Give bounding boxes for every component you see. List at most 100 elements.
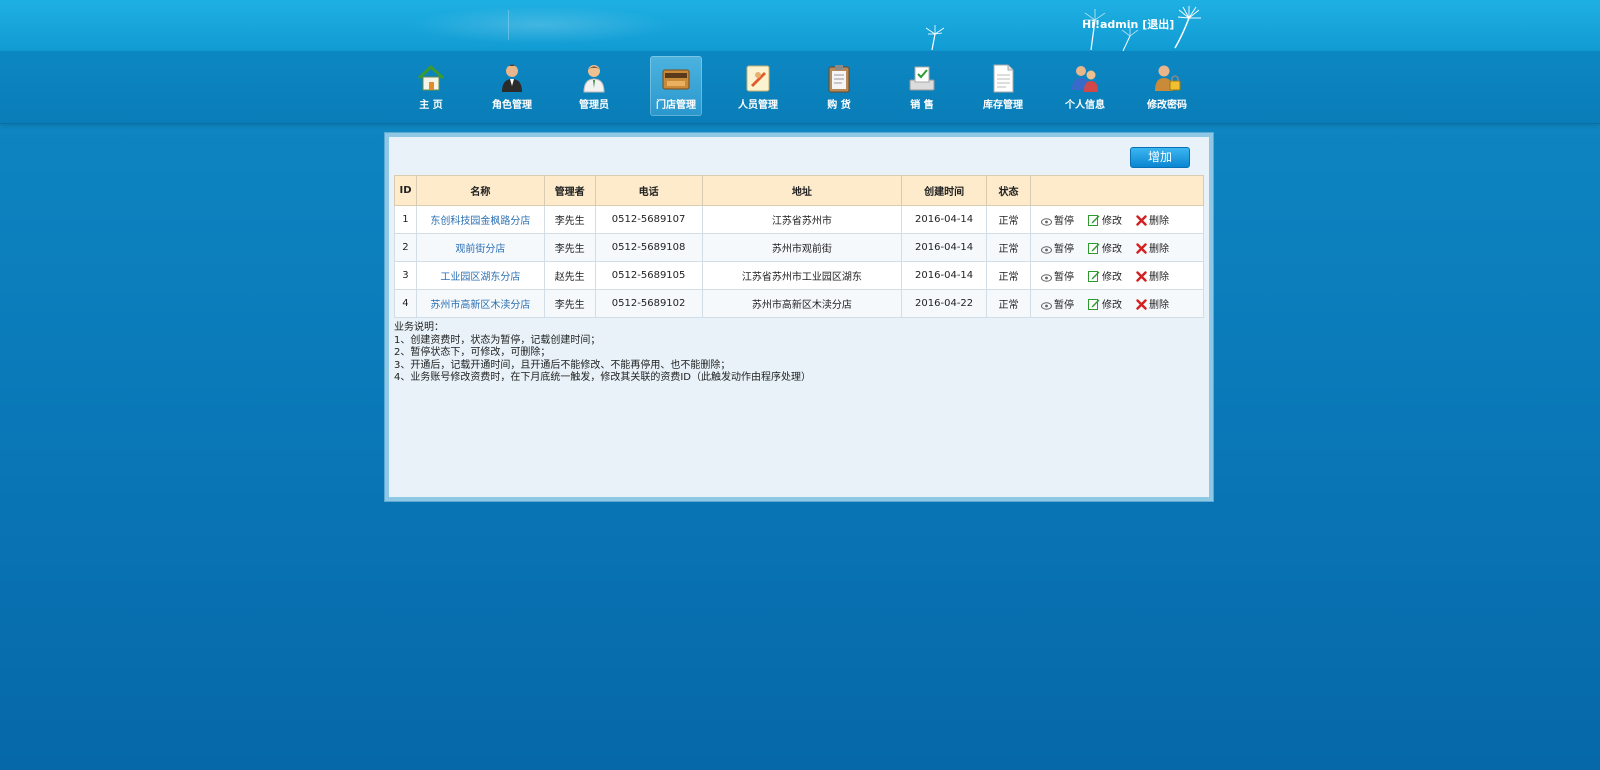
- cell-manager: 李先生: [543, 289, 596, 318]
- delete-action[interactable]: 删除: [1136, 268, 1169, 283]
- store-name-link[interactable]: 苏州市高新区木渎分店: [430, 300, 530, 311]
- cell-name: 工业园区湖东分店: [415, 261, 545, 290]
- nav-item-admin[interactable]: 管理员: [568, 56, 620, 116]
- header-divider: [508, 10, 509, 40]
- notes-line: 3、开通后，记载开通时间，且开通后不能修改、不能再停用、也不能删除；: [394, 359, 731, 371]
- home-icon: [417, 64, 445, 91]
- nav-item-store-management[interactable]: 门店管理: [650, 56, 702, 116]
- column-header-created: 创建时间: [901, 175, 988, 206]
- pause-action[interactable]: 暂停: [1040, 296, 1074, 311]
- store-list-panel: 增加 ID 名称 管理者 电话 地址 创建时间 状态 1 东创科技园金枫路分店 李先…: [385, 133, 1213, 501]
- nav-label: 主 页: [419, 100, 443, 111]
- edit-icon: [1087, 215, 1100, 226]
- notes-line: 1、创建资费时，状态为暂停，记载创建时间；: [394, 334, 601, 346]
- eye-icon: [1040, 246, 1052, 254]
- table-row: 1 东创科技园金枫路分店 李先生 0512-5689107 江苏省苏州市 2016-04-…: [394, 205, 1205, 234]
- nav-item-role-management[interactable]: 角色管理: [486, 56, 538, 116]
- business-notes: 业务说明： 1、创建资费时，状态为暂停，记载创建时间； 2、暂停状态下，可修改，…: [394, 322, 811, 385]
- cell-status: 正常: [986, 233, 1031, 262]
- column-header-name: 名称: [415, 175, 545, 206]
- nav-item-home[interactable]: 主 页: [405, 56, 457, 116]
- store-icon: [662, 69, 690, 90]
- pause-label: 暂停: [1053, 244, 1074, 255]
- add-button[interactable]: 增加: [1130, 147, 1190, 168]
- cell-phone: 0512-5689102: [594, 289, 703, 318]
- edit-action[interactable]: 修改: [1087, 296, 1122, 311]
- edit-icon: [1087, 299, 1100, 310]
- column-header-actions: [1029, 175, 1205, 206]
- delete-icon: [1136, 271, 1147, 282]
- nav-label: 个人信息: [1065, 100, 1105, 111]
- password-icon: [1155, 65, 1181, 91]
- pause-label: 暂停: [1053, 272, 1074, 283]
- nav-item-staff-management[interactable]: 人员管理: [732, 56, 784, 116]
- edit-label: 修改: [1101, 272, 1122, 283]
- pause-label: 暂停: [1053, 216, 1074, 227]
- cell-actions: 暂停 修改 删除: [1029, 289, 1205, 318]
- column-header-status: 状态: [986, 175, 1031, 206]
- logout-link[interactable]: [退出]: [1142, 18, 1174, 31]
- cell-actions: 暂停 修改 删除: [1029, 205, 1205, 234]
- profile-icon: [1072, 66, 1098, 92]
- edit-action[interactable]: 修改: [1087, 240, 1122, 255]
- username-text: admin: [1100, 18, 1139, 31]
- edit-action[interactable]: 修改: [1087, 268, 1122, 283]
- nav-item-inventory[interactable]: 库存管理: [977, 56, 1029, 116]
- cell-manager: 赵先生: [543, 261, 596, 290]
- top-header: Hi!admin [退出]: [0, 0, 1600, 51]
- cell-name: 苏州市高新区木渎分店: [415, 289, 545, 318]
- cell-address: 苏州市观前街: [701, 233, 903, 262]
- pause-action[interactable]: 暂停: [1040, 212, 1074, 227]
- delete-action[interactable]: 删除: [1136, 212, 1169, 227]
- edit-label: 修改: [1101, 216, 1122, 227]
- eye-icon: [1040, 274, 1052, 282]
- notes-line: 业务说明：: [394, 322, 444, 333]
- cell-actions: 暂停 修改 删除: [1029, 233, 1205, 262]
- cell-id: 1: [394, 205, 417, 234]
- store-name-link[interactable]: 观前街分店: [455, 244, 505, 255]
- delete-action[interactable]: 删除: [1136, 240, 1169, 255]
- edit-label: 修改: [1101, 244, 1122, 255]
- main-nav: 主 页 角色管理 管理员 门店管理 人员管理 购 货 销 售 库存管理 个人信息…: [0, 51, 1600, 124]
- nav-item-purchase[interactable]: 购 货: [813, 56, 865, 116]
- table-row: 2 观前街分店 李先生 0512-5689108 苏州市观前街 2016-04-14 正常暂…: [394, 233, 1205, 262]
- sales-icon: [909, 66, 935, 91]
- eye-icon: [1040, 218, 1052, 226]
- nav-item-sales[interactable]: 销 售: [896, 56, 948, 116]
- edit-icon: [1087, 271, 1100, 282]
- cell-manager: 李先生: [543, 205, 596, 234]
- nav-item-profile[interactable]: 个人信息: [1059, 56, 1111, 116]
- table-row: 3 工业园区湖东分店 赵先生 0512-5689105 江苏省苏州市工业园区湖东 2016…: [394, 261, 1205, 290]
- delete-label: 删除: [1148, 300, 1169, 311]
- cell-phone: 0512-5689107: [594, 205, 703, 234]
- cell-created: 2016-04-14: [901, 261, 988, 290]
- nav-item-change-password[interactable]: 修改密码: [1141, 56, 1193, 116]
- pause-label: 暂停: [1053, 300, 1074, 311]
- nav-label: 购 货: [827, 100, 851, 111]
- pause-action[interactable]: 暂停: [1040, 268, 1074, 283]
- edit-icon: [1087, 243, 1100, 254]
- delete-label: 删除: [1148, 216, 1169, 227]
- cell-address: 江苏省苏州市: [701, 205, 903, 234]
- nav-label: 人员管理: [738, 100, 778, 111]
- delete-action[interactable]: 删除: [1136, 296, 1169, 311]
- role-icon: [502, 64, 522, 92]
- nav-label: 管理员: [579, 100, 609, 111]
- notes-line: 2、暂停状态下，可修改，可删除；: [394, 347, 551, 358]
- store-name-link[interactable]: 东创科技园金枫路分店: [430, 216, 530, 227]
- cell-address: 苏州市高新区木渎分店: [701, 289, 903, 318]
- store-name-link[interactable]: 工业园区湖东分店: [440, 272, 520, 283]
- cell-name: 观前街分店: [415, 233, 545, 262]
- notes-line: 4、业务账号修改资费时，在下月底统一触发，修改其关联的资费ID（此触发动作由程序…: [394, 372, 812, 383]
- cell-id: 2: [394, 233, 417, 262]
- pause-action[interactable]: 暂停: [1040, 240, 1074, 255]
- nav-label: 修改密码: [1147, 100, 1187, 111]
- cell-status: 正常: [986, 289, 1031, 318]
- edit-action[interactable]: 修改: [1087, 212, 1122, 227]
- cell-created: 2016-04-14: [901, 233, 988, 262]
- cell-actions: 暂停 修改 删除: [1029, 261, 1205, 290]
- admin-icon: [583, 65, 605, 93]
- cell-status: 正常: [986, 205, 1031, 234]
- cell-id: 4: [394, 289, 417, 318]
- delete-icon: [1136, 299, 1147, 310]
